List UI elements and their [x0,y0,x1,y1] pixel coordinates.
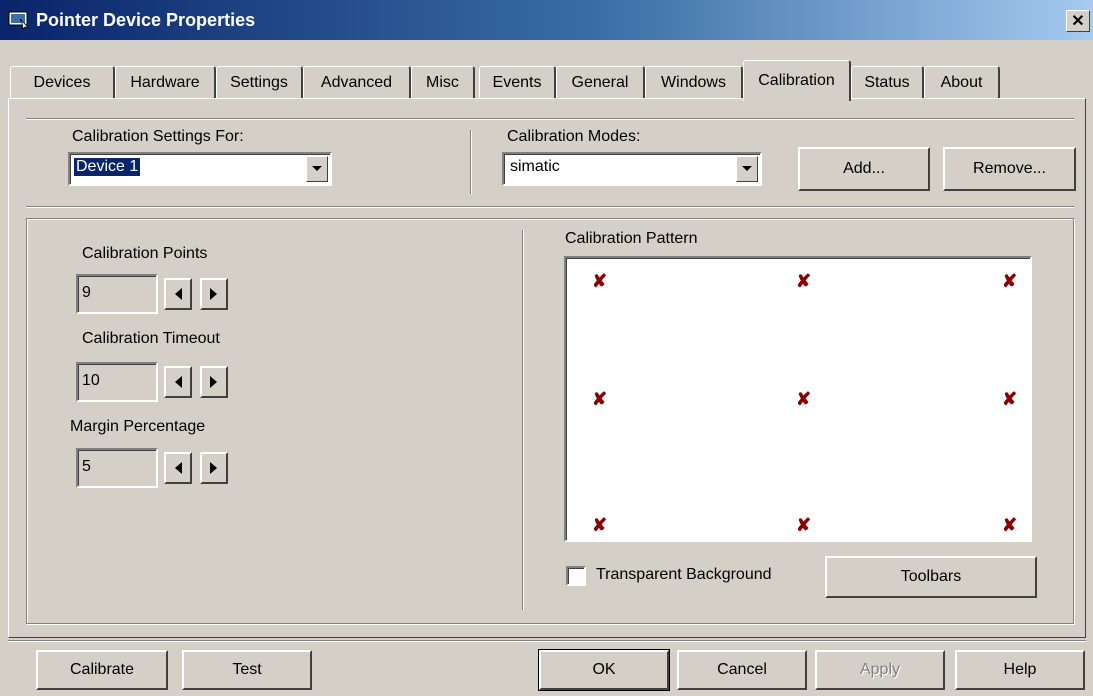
calibration-marker-icon: ✘ [796,271,812,291]
tab-settings[interactable]: Settings [216,66,303,98]
calibrate-button[interactable]: Calibrate [36,650,168,690]
title-bar[interactable]: Pointer Device Properties ✕ [0,0,1093,40]
tab-hardware[interactable]: Hardware [115,66,216,98]
toolbars-button[interactable]: Toolbars [825,556,1037,598]
arrow-right-icon [210,288,217,300]
calibration-marker-icon: ✘ [1002,515,1018,535]
calibration-modes-label: Calibration Modes: [507,128,641,145]
divider [470,130,472,194]
chevron-down-icon[interactable] [736,156,758,182]
tab-events[interactable]: Events [479,66,556,98]
calibration-timeout-field[interactable]: 10 [76,362,158,402]
device-select-value: Device 1 [72,157,142,177]
calibration-marker-icon: ✘ [592,389,608,409]
app-icon [8,11,29,29]
tab-general[interactable]: General [556,66,645,98]
calibration-points-field[interactable]: 9 [76,274,158,314]
timeout-decrease-button[interactable] [164,366,192,398]
transparent-background-label: Transparent Background [596,566,772,583]
cancel-button[interactable]: Cancel [677,650,807,690]
arrow-left-icon [175,376,182,388]
calibration-timeout-label: Calibration Timeout [82,330,220,347]
calibration-marker-icon: ✘ [592,515,608,535]
points-increase-button[interactable] [200,278,228,310]
device-select[interactable]: Device 1 [68,152,332,186]
arrow-right-icon [210,376,217,388]
divider [26,206,1074,208]
calibration-marker-icon: ✘ [796,515,812,535]
arrow-left-icon [175,288,182,300]
timeout-increase-button[interactable] [200,366,228,398]
arrow-right-icon [210,462,217,474]
calibration-mode-select[interactable]: simatic [502,152,762,186]
window-title: Pointer Device Properties [36,10,256,30]
margin-percentage-field[interactable]: 5 [76,448,158,488]
chevron-down-icon[interactable] [306,156,328,182]
points-decrease-button[interactable] [164,278,192,310]
tab-calibration[interactable]: Calibration [743,60,851,101]
test-button[interactable]: Test [182,650,312,690]
close-icon: ✕ [1071,13,1085,30]
margin-decrease-button[interactable] [164,452,192,484]
tab-advanced[interactable]: Advanced [303,66,411,98]
divider [8,640,1086,642]
arrow-left-icon [175,462,182,474]
tab-devices[interactable]: Devices [10,66,115,98]
close-button[interactable]: ✕ [1066,10,1090,32]
tab-windows[interactable]: Windows [645,66,743,98]
tab-misc[interactable]: Misc [411,66,475,98]
calibration-marker-icon: ✘ [592,271,608,291]
calibration-marker-icon: ✘ [1002,271,1018,291]
calibration-pattern-preview: ✘ ✘ ✘ ✘ ✘ ✘ ✘ ✘ ✘ [564,256,1032,542]
calibration-pattern-label: Calibration Pattern [565,230,698,247]
margin-increase-button[interactable] [200,452,228,484]
tab-status[interactable]: Status [851,66,924,98]
calibration-points-label: Calibration Points [82,245,208,262]
ok-button[interactable]: OK [538,649,670,691]
add-mode-button[interactable]: Add... [798,147,930,191]
margin-percentage-label: Margin Percentage [70,418,206,435]
calibration-marker-icon: ✘ [1002,389,1018,409]
divider [26,118,1074,120]
help-button[interactable]: Help [955,650,1085,690]
remove-mode-button[interactable]: Remove... [943,147,1076,191]
calibration-mode-value: simatic [510,158,560,175]
calibration-settings-label: Calibration Settings For: [72,128,244,145]
transparent-background-checkbox[interactable] [566,566,586,586]
apply-button[interactable]: Apply [815,650,945,690]
divider [522,230,524,610]
tab-about[interactable]: About [924,66,1000,98]
calibration-marker-icon: ✘ [796,389,812,409]
